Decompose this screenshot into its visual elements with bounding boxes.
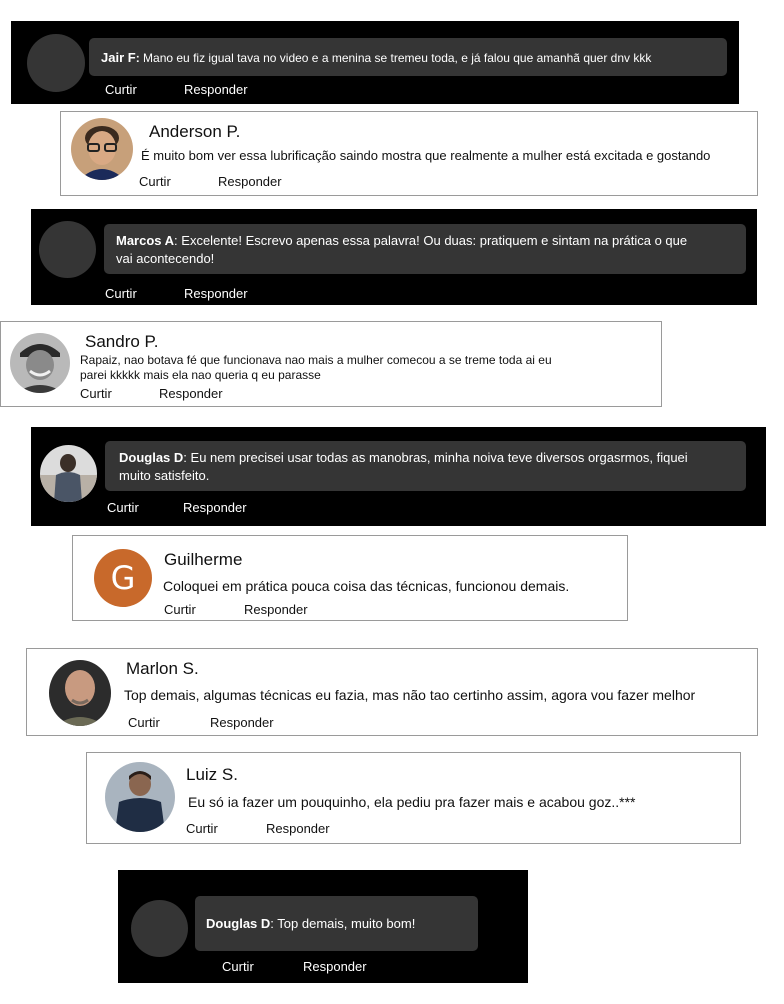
separator: : [183,450,191,465]
comment-text: Mano eu fiz igual tava no video e a meni… [143,51,652,65]
comment-author[interactable]: Douglas D [119,450,183,465]
comment-text: Top demais, algumas técnicas eu fazia, m… [124,687,696,703]
like-link[interactable]: Curtir [105,286,137,301]
avatar[interactable] [39,221,96,278]
comment-card-marcos: Marcos A: Excelente! Escrevo apenas essa… [31,209,757,305]
comment-bubble: Douglas D: Eu nem precisei usar todas as… [105,441,746,491]
avatar[interactable] [49,660,111,726]
comment-card-anderson: Anderson P. É muito bom ver essa lubrifi… [60,111,758,196]
comment-author[interactable]: Anderson P. [149,122,240,142]
like-link[interactable]: Curtir [107,500,139,515]
comment-card-douglas-2: Douglas D: Top demais, muito bom! Curtir… [118,870,528,983]
like-link[interactable]: Curtir [186,821,218,836]
comment-author[interactable]: Jair F [101,50,136,65]
comment-text-line1: Rapaiz, nao botava fé que funcionava nao… [80,353,552,367]
like-link[interactable]: Curtir [164,602,196,617]
comment-bubble: Marcos A: Excelente! Escrevo apenas essa… [104,224,746,274]
comment-author[interactable]: Luiz S. [186,765,238,785]
comment-bubble: Douglas D: Top demais, muito bom! [195,896,478,951]
comment-text: Top demais, muito bom! [277,916,416,931]
comment-card-guilherme: G Guilherme Coloquei em prática pouca co… [72,535,628,621]
person-photo-icon [10,333,70,393]
like-link[interactable]: Curtir [139,174,171,189]
comment-text: Rapaiz, nao botava fé que funcionava nao… [80,353,552,383]
reply-link[interactable]: Responder [159,386,223,401]
comment-author[interactable]: Sandro P. [85,332,158,352]
comment-card-luiz: Luiz S. Eu só ia fazer um pouquinho, ela… [86,752,741,844]
comment-author[interactable]: Marcos A [116,233,174,248]
reply-link[interactable]: Responder [266,821,330,836]
comment-author[interactable]: Marlon S. [126,659,199,679]
avatar[interactable] [10,333,70,393]
comment-text: Coloquei em prática pouca coisa das técn… [163,578,570,594]
comment-card-jair: Jair F: Mano eu fiz igual tava no video … [11,21,739,104]
reply-link[interactable]: Responder [183,500,247,515]
avatar[interactable] [27,34,85,92]
avatar[interactable] [131,900,188,957]
reply-link[interactable]: Responder [244,602,308,617]
comment-text: É muito bom ver essa lubrificação saindo… [141,148,711,163]
comment-card-douglas: Douglas D: Eu nem precisei usar todas as… [31,427,766,526]
comment-author[interactable]: Guilherme [164,550,242,570]
like-link[interactable]: Curtir [222,959,254,974]
like-link[interactable]: Curtir [80,386,112,401]
comment-text-line2: vai acontecendo! [116,251,215,266]
comment-text-line1: Excelente! Escrevo apenas essa palavra! … [181,233,688,248]
avatar[interactable] [71,118,133,180]
person-photo-icon [71,118,133,180]
reply-link[interactable]: Responder [218,174,282,189]
person-photo-icon [105,762,175,832]
avatar[interactable] [40,445,97,502]
comment-card-marlon: Marlon S. Top demais, algumas técnicas e… [26,648,758,736]
separator: : [135,51,144,65]
comment-card-sandro: Sandro P. Rapaiz, nao botava fé que func… [0,321,662,407]
reply-link[interactable]: Responder [184,286,248,301]
reply-link[interactable]: Responder [303,959,367,974]
like-link[interactable]: Curtir [128,715,160,730]
avatar[interactable] [105,762,175,832]
like-link[interactable]: Curtir [105,82,137,97]
person-photo-icon [49,660,111,726]
comment-text-line1: Eu nem precisei usar todas as manobras, … [190,450,688,465]
comment-text-line2: parei kkkkk mais ela nao queria q eu par… [80,368,321,382]
reply-link[interactable]: Responder [210,715,274,730]
comment-bubble: Jair F: Mano eu fiz igual tava no video … [89,38,727,76]
avatar-letter[interactable]: G [94,549,152,607]
comment-text: Eu só ia fazer um pouquinho, ela pediu p… [188,794,636,810]
person-photo-icon [40,445,97,502]
comment-text-line2: muito satisfeito. [119,468,210,483]
comment-author[interactable]: Douglas D [206,916,270,931]
reply-link[interactable]: Responder [184,82,248,97]
